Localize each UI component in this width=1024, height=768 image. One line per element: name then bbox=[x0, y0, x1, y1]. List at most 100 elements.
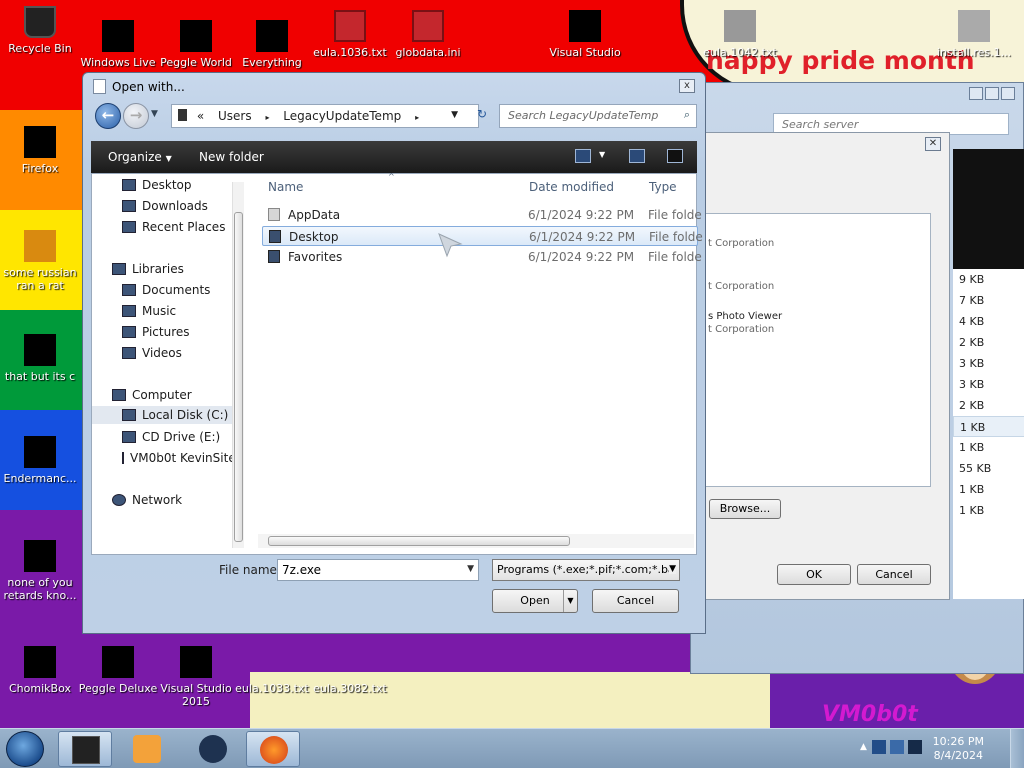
breadcrumb-separator-icon[interactable]: ▸ bbox=[265, 113, 269, 122]
cancel-button[interactable]: Cancel bbox=[857, 564, 931, 585]
forward-arrow-icon[interactable]: → bbox=[123, 103, 149, 129]
address-bar[interactable]: « Users ▸ LegacyUpdateTemp ▸ ▼ bbox=[171, 104, 479, 128]
taskbar-button-firefox[interactable] bbox=[246, 731, 300, 767]
horizontal-scrollbar[interactable] bbox=[258, 534, 694, 548]
nav-item-network-drive[interactable]: VM0b0t KevinSite bbox=[122, 451, 232, 465]
desktop-icon-recycle-bin[interactable]: Recycle Bin bbox=[0, 6, 80, 55]
nav-scrollbar[interactable] bbox=[232, 182, 244, 548]
nav-item-network[interactable]: Network bbox=[112, 493, 182, 507]
taskbar-button-media-player[interactable] bbox=[120, 731, 174, 767]
desktop-icon-russian-rat[interactable]: some russian ran a rat bbox=[0, 230, 80, 292]
column-header-date[interactable]: Date modified bbox=[529, 180, 614, 194]
ok-button[interactable]: OK bbox=[777, 564, 851, 585]
new-folder-button[interactable]: New folder bbox=[199, 150, 264, 164]
desktop-icon-peggle-deluxe[interactable]: Peggle Deluxe bbox=[78, 646, 158, 695]
system-tray: ▲ 10:26 PM 8/4/2024 bbox=[860, 729, 1024, 768]
firefox-icon bbox=[260, 736, 288, 764]
search-input[interactable]: Search LegacyUpdateTemp ⌕ bbox=[499, 104, 697, 128]
desktop-icon-endermanch[interactable]: Endermanc... bbox=[0, 436, 80, 485]
desktop-icon-that-but-its[interactable]: that but its c bbox=[0, 334, 80, 383]
desktop-icon-visual-studio[interactable]: Visual Studio bbox=[545, 10, 625, 59]
tray-app-icon[interactable] bbox=[908, 740, 922, 754]
nav-label: Videos bbox=[142, 346, 182, 360]
maximize-button[interactable] bbox=[985, 87, 999, 100]
nav-item-computer[interactable]: Computer bbox=[112, 388, 192, 402]
start-button[interactable] bbox=[6, 731, 44, 767]
program-list[interactable]: t Corporation t Corporation s Photo View… bbox=[703, 213, 931, 487]
file-row-desktop[interactable]: Desktop 6/1/2024 9:22 PM File folde bbox=[262, 226, 703, 246]
breadcrumb-users[interactable]: Users bbox=[218, 109, 252, 123]
chevron-down-icon[interactable]: ▼ bbox=[669, 564, 676, 574]
network-tray-icon[interactable] bbox=[872, 740, 886, 754]
taskbar-button-app[interactable] bbox=[186, 731, 240, 767]
recent-locations-chevron-icon[interactable]: ▼ bbox=[151, 109, 158, 119]
nav-item-documents[interactable]: Documents bbox=[122, 283, 210, 297]
refresh-icon[interactable]: ↻ bbox=[477, 107, 487, 121]
close-icon[interactable]: ✕ bbox=[925, 137, 941, 151]
desktop-icon-eula-1042[interactable]: eula.1042.txt bbox=[700, 10, 780, 59]
firefox-icon bbox=[24, 126, 56, 158]
breadcrumb-overflow[interactable]: « bbox=[197, 109, 204, 123]
browse-button[interactable]: Browse... bbox=[709, 499, 781, 519]
help-icon[interactable] bbox=[667, 149, 683, 163]
size-cell: 2 KB bbox=[959, 336, 985, 349]
scrollbar-thumb[interactable] bbox=[234, 212, 243, 542]
desktop-icon-globdata[interactable]: globdata.ini bbox=[388, 10, 468, 59]
address-dropdown-icon[interactable]: ▼ bbox=[451, 110, 458, 120]
breadcrumb-separator-icon[interactable]: ▸ bbox=[415, 113, 419, 122]
nav-item-libraries[interactable]: Libraries bbox=[112, 262, 184, 276]
file-row-appdata[interactable]: AppData 6/1/2024 9:22 PM File folde bbox=[262, 205, 702, 225]
open-button[interactable]: Open ▼ bbox=[492, 589, 578, 613]
desktop-icon-eula-1036[interactable]: eula.1036.txt bbox=[310, 10, 390, 59]
volume-tray-icon[interactable] bbox=[890, 740, 904, 754]
cancel-button[interactable]: Cancel bbox=[592, 589, 679, 613]
close-button[interactable] bbox=[1001, 87, 1015, 100]
file-row-favorites[interactable]: Favorites 6/1/2024 9:22 PM File folde bbox=[262, 247, 702, 267]
nav-item-cd-drive[interactable]: CD Drive (E:) bbox=[122, 430, 220, 444]
search-icon[interactable]: ⌕ bbox=[684, 108, 690, 122]
chevron-down-icon[interactable]: ▼ bbox=[467, 564, 474, 574]
preview-pane-icon[interactable] bbox=[629, 149, 645, 163]
desktop-icon-peggle-world[interactable]: Peggle World bbox=[156, 20, 236, 69]
column-header-type[interactable]: Type bbox=[649, 180, 677, 194]
minimize-button[interactable] bbox=[969, 87, 983, 100]
desktop-icon-visual-studio-2015[interactable]: Visual Studio 2015 bbox=[156, 646, 236, 708]
nav-item-desktop[interactable]: Desktop bbox=[122, 178, 192, 192]
clock[interactable]: 10:26 PM 8/4/2024 bbox=[933, 735, 984, 763]
nav-item-music[interactable]: Music bbox=[122, 304, 176, 318]
taskbar-button-explorer[interactable] bbox=[58, 731, 112, 767]
clock-time: 10:26 PM bbox=[932, 735, 984, 748]
view-options-icon[interactable] bbox=[575, 149, 591, 163]
background-properties-dialog[interactable]: ✕ t Corporation t Corporation s Photo Vi… bbox=[702, 132, 950, 600]
scrollbar-thumb[interactable] bbox=[268, 536, 570, 546]
desktop-icon-none-of-you[interactable]: none of you retards kno... bbox=[0, 540, 80, 602]
file-type-select[interactable]: Programs (*.exe;*.pif;*.com;*.ba ▼ bbox=[492, 559, 680, 581]
show-hidden-icons[interactable]: ▲ bbox=[860, 742, 867, 752]
desktop-icon-eula-1033[interactable]: eula.1033.txt bbox=[232, 682, 312, 695]
desktop-icon-install-res[interactable]: install.res.1... bbox=[934, 10, 1014, 59]
organize-button[interactable]: Organize ▼ bbox=[108, 150, 172, 164]
nav-item-local-disk[interactable]: Local Disk (C:) bbox=[92, 406, 232, 424]
breadcrumb-legacyupdatetemp[interactable]: LegacyUpdateTemp bbox=[283, 109, 401, 123]
file-name-input[interactable]: 7z.exe ▼ bbox=[277, 559, 479, 581]
desktop-icon-everything[interactable]: Everything bbox=[232, 20, 312, 69]
nav-item-downloads[interactable]: Downloads bbox=[122, 199, 208, 213]
desktop-icon-chomikbox[interactable]: ChomikBox bbox=[0, 646, 80, 695]
wallpaper-watermark: VM0b0t bbox=[822, 702, 918, 727]
desktop-icon-firefox[interactable]: Firefox bbox=[0, 126, 80, 175]
open-dropdown-icon[interactable]: ▼ bbox=[563, 590, 577, 612]
desktop-icon-windows-live[interactable]: Windows Live bbox=[78, 20, 158, 69]
navigation-pane[interactable]: Desktop Downloads Recent Places Librarie… bbox=[92, 174, 242, 554]
open-with-dialog[interactable]: Open with... x ← → ▼ « Users ▸ LegacyUpd… bbox=[82, 72, 706, 634]
back-arrow-icon[interactable]: ← bbox=[95, 103, 121, 129]
nav-item-pictures[interactable]: Pictures bbox=[122, 325, 190, 339]
desktop-icon-eula-3082[interactable]: eula.3082.txt bbox=[310, 682, 390, 695]
column-header-name[interactable]: Name bbox=[268, 180, 303, 194]
nav-item-recent-places[interactable]: Recent Places bbox=[122, 220, 225, 234]
view-dropdown-icon[interactable]: ▼ bbox=[599, 150, 605, 159]
close-button[interactable]: x bbox=[679, 79, 695, 93]
nav-item-videos[interactable]: Videos bbox=[122, 346, 182, 360]
text-file-icon bbox=[724, 10, 756, 42]
show-desktop-button[interactable] bbox=[1010, 729, 1024, 768]
search-placeholder: Search LegacyUpdateTemp bbox=[508, 109, 659, 122]
